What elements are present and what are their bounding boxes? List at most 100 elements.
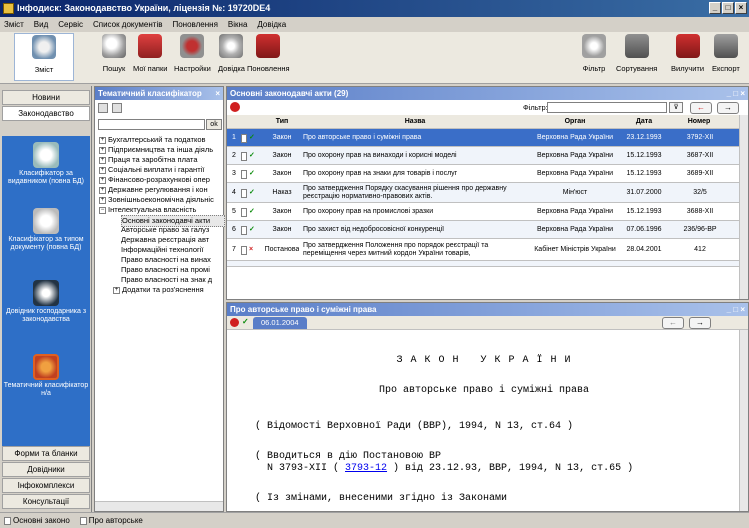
table-row[interactable] [227,261,740,267]
nav-infocomplexes[interactable]: Інфокомплекси [2,478,90,493]
menu-zmist[interactable]: Зміст [4,20,24,29]
delete-button[interactable]: Вилучити [671,34,704,73]
document-icon [79,516,87,525]
export-button[interactable]: Експорт [712,34,740,73]
text-vscrollbar[interactable] [739,330,748,511]
filter-button[interactable]: Фільтр [582,34,606,73]
forward-button[interactable]: → [717,102,739,114]
documents-panel: Основні законодавчі акти (29) _ □ × Філь… [226,86,749,300]
documents-vscrollbar[interactable] [739,115,748,299]
col-type[interactable]: Тип [265,115,299,129]
settings-button[interactable]: Настройки [174,34,211,73]
nav-forms[interactable]: Форми та бланки [2,446,90,461]
close-icon[interactable]: × [215,87,220,100]
tree-item[interactable]: − Інтелектуальна власність [99,205,223,215]
tree-item[interactable]: Інформаційні технології [121,245,225,255]
decree-link[interactable]: 3793-12 [345,463,387,474]
menu-spysok[interactable]: Список документів [93,20,163,29]
row-date: 07.06.1996 [626,226,662,233]
filter-input[interactable] [547,102,667,113]
nav-consultations[interactable]: Консультації [2,494,90,509]
zmist-button[interactable]: Зміст [14,33,74,81]
tree-item[interactable]: + Зовнішньоекономічна діяльніс [99,195,223,205]
help-button[interactable]: Довідка [218,34,245,73]
table-row[interactable]: 3 ✓ Закон Про охорону прав на знаки для тов… [227,165,740,183]
row-number: 6 [232,226,236,233]
back-button[interactable]: ← [662,317,684,329]
folders-button[interactable]: Мої папки [133,34,167,73]
tree-item[interactable]: Право власності на знак д [121,275,225,285]
menu-servis[interactable]: Сервіс [58,20,83,29]
table-row[interactable]: 7 × Постанова Про затвердження Положення пр… [227,239,740,261]
nav-business-guide[interactable]: Довідник господарника з законодавства [2,280,90,324]
window-controls[interactable]: _ □ × [727,87,745,100]
maximize-button[interactable]: □ [722,2,734,14]
tab-date[interactable]: 06.01.2004 [253,317,307,329]
filter-apply-icon[interactable]: ⊽ [669,102,683,113]
tree-item[interactable]: Право власності на промі [121,265,225,275]
tree-item[interactable]: Авторське право за галуз [121,225,225,235]
menu-dovidka[interactable]: Довідка [257,20,286,29]
nav-thematic-classifier[interactable]: Тематичний класифікатор н/а [2,354,90,398]
status-tab-1[interactable]: Основні законо [4,516,70,525]
tree-item[interactable]: + Фінансово-розрахункові опер [99,175,223,185]
table-row-selected[interactable]: 1 ✓ Закон Про авторське право і суміжні пра… [227,129,740,147]
tree-ok-button[interactable]: ok [206,119,222,130]
col-number[interactable]: Номер [669,115,729,129]
title-bar: Інфодиск: Законодавство України, ліцензі… [0,0,749,17]
table-row[interactable]: 4 ✓ Наказ Про затвердження Порядку скасуван… [227,183,740,203]
nav-doctype-classifier[interactable]: Класифікатор за типом документу (повна Б… [2,208,90,252]
status-tab-2[interactable]: Про авторське [79,516,143,525]
close-button[interactable]: × [735,2,747,14]
window-controls[interactable]: _ □ × [727,303,745,316]
back-button[interactable]: ← [690,102,712,114]
row-number: 1 [232,134,236,141]
status-bar: Основні законо Про авторське [0,512,749,528]
tree-item[interactable]: Державна реєстрація авт [121,235,225,245]
menu-vyd[interactable]: Вид [34,20,48,29]
doc-marker-icon[interactable] [230,102,240,112]
table-header: Тип Назва Орган Дата Номер [227,115,740,129]
forward-button[interactable]: → [689,317,711,329]
col-name[interactable]: Назва [299,115,531,129]
row-name: Про затвердження Порядку скасування ріше… [303,185,507,200]
document-text-panel: Про авторське право і суміжні права _ □ … [226,302,749,512]
tree-item[interactable]: + Соціальні виплати і гарантії [99,165,223,175]
nav-legislation[interactable]: Законодавство [2,106,90,121]
search-button[interactable]: Пошук [102,34,126,73]
tree-tool-icon[interactable] [98,103,108,113]
tree-item[interactable]: Право власності на винах [121,255,225,265]
nav-publisher-classifier[interactable]: Класифікатор за видавником (повна БД) [2,142,90,186]
col-date[interactable]: Дата [619,115,669,129]
tree-tool-icon-2[interactable] [112,103,122,113]
menu-bar: Зміст Вид Сервіс Список документів Понов… [0,17,749,32]
folder-icon [138,34,163,58]
row-number: 2 [232,152,236,159]
update-button[interactable]: Поновлення [247,34,290,73]
minimize-button[interactable]: _ [709,2,721,14]
row-name: Про авторське право і суміжні права [303,134,422,141]
tree-hscrollbar[interactable] [95,501,223,511]
menu-ponovlennia[interactable]: Поновлення [172,20,217,29]
row-date: 15.12.1993 [626,208,662,215]
delete-icon [675,34,700,58]
tree-search-input[interactable] [98,119,205,130]
doctype-icon [33,208,59,234]
table-row[interactable]: 5 ✓ Закон Про охорону прав на промислові зр… [227,203,740,221]
nav-directories[interactable]: Довідники [2,462,90,477]
tree-item[interactable]: + Бухгалтерський та податков [99,135,223,145]
tree-panel-header: Тематичний класифікатор × [95,87,223,100]
tree-item[interactable]: + Додатки та роз'яснення [113,285,223,295]
row-number-doc: 3792-XII [686,134,714,141]
tree-item[interactable]: + Державне регулювання і кон [99,185,223,195]
table-row[interactable]: 2 ✓ Закон Про охорону прав на винаходи і ко… [227,147,740,165]
tree-item[interactable]: + Праця та заробітна плата [99,155,223,165]
tree-item[interactable]: + Підприємництва та інша діяль [99,145,223,155]
row-type: Постанова [265,246,299,253]
sort-button[interactable]: Сортування [616,34,657,73]
doc-marker-icon[interactable] [230,318,239,327]
menu-vikna[interactable]: Вікна [228,20,247,29]
nav-news[interactable]: Новини [2,90,90,105]
table-row[interactable]: 6 ✓ Закон Про захист від недобросовісної ко… [227,221,740,239]
col-organ[interactable]: Орган [531,115,619,129]
